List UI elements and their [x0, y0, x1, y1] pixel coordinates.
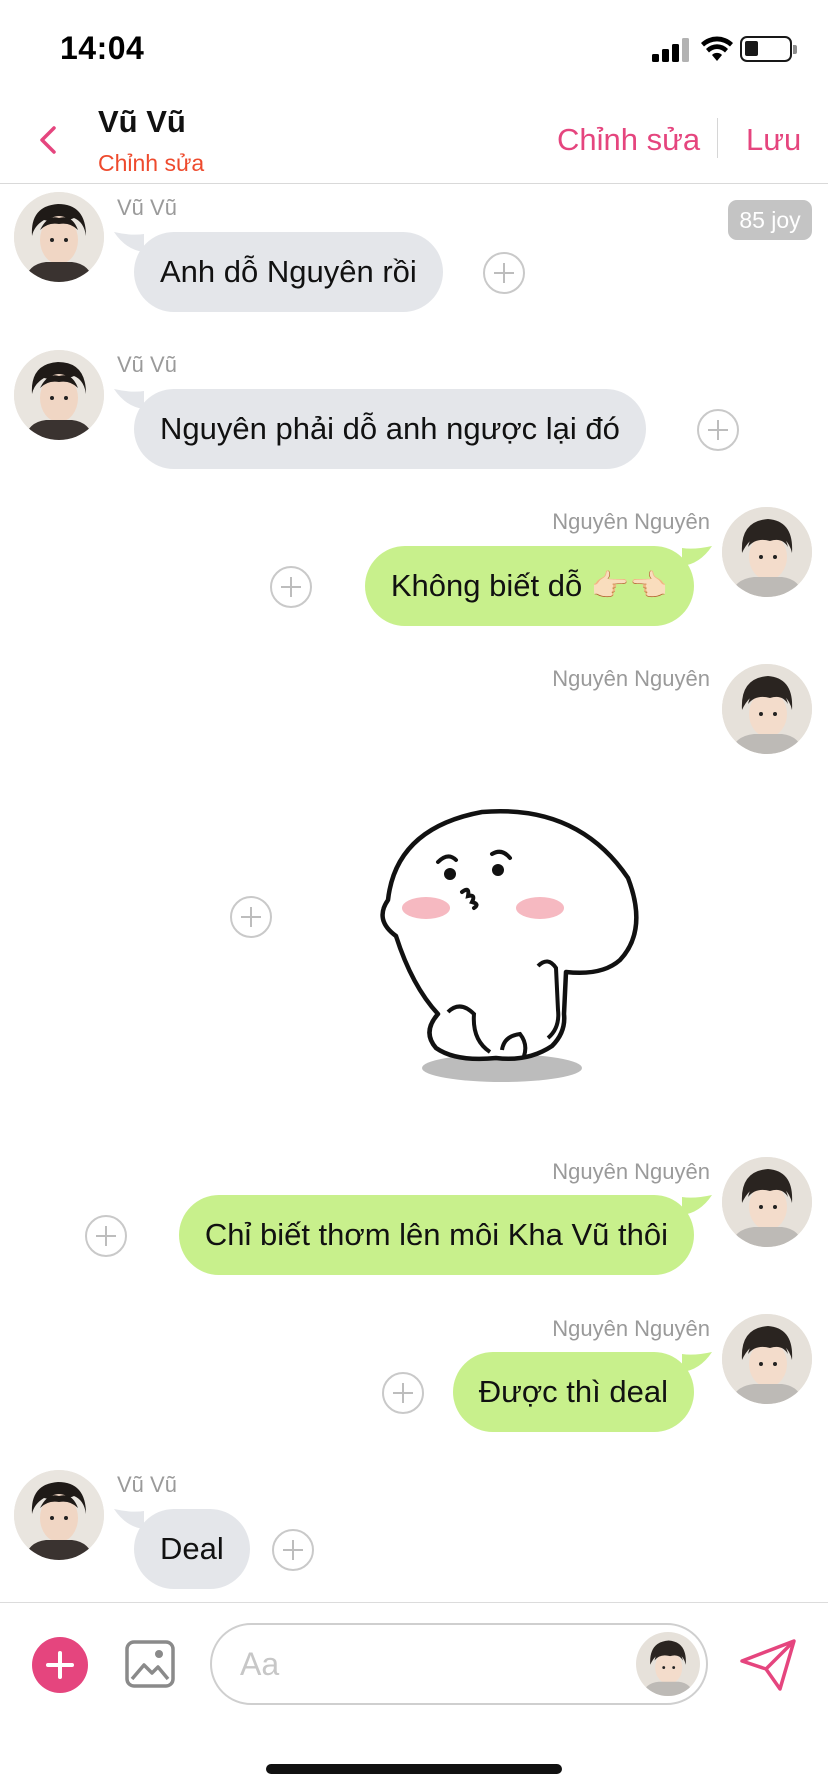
avatar-nguyen[interactable] — [722, 507, 812, 597]
status-time: 14:04 — [60, 30, 145, 66]
message-bubble[interactable]: Nguyên phải dỗ anh ngược lại đó — [134, 389, 646, 469]
avatar-vu[interactable] — [14, 350, 104, 440]
message-bubble[interactable]: Deal — [134, 1509, 250, 1589]
plus-icon[interactable] — [32, 1637, 88, 1693]
message-bubble[interactable]: Được thì deal — [452, 1352, 694, 1432]
add-reaction-icon[interactable] — [270, 566, 312, 608]
battery-icon — [740, 36, 797, 62]
sender-name: Nguyên Nguyên — [552, 1159, 710, 1184]
sender-name: Vũ Vũ — [117, 1472, 177, 1497]
signal-icon — [652, 38, 692, 62]
bubble-tail — [114, 232, 144, 252]
joy-badge: 85 joy — [728, 200, 812, 240]
sender-name: Vũ Vũ — [117, 352, 177, 377]
message-bubble[interactable]: Chỉ biết thơm lên môi Kha Vũ thôi — [178, 1195, 694, 1275]
add-reaction-icon[interactable] — [697, 409, 739, 451]
header-divider — [717, 118, 718, 158]
add-reaction-icon[interactable] — [483, 252, 525, 294]
sender-avatar-toggle[interactable] — [636, 1632, 700, 1696]
chat-header: Vũ Vũ Chỉnh sửa Chỉnh sửa Lưu — [0, 100, 828, 184]
avatar-nguyen[interactable] — [722, 664, 812, 754]
message-bubble[interactable]: Anh dỗ Nguyên rồi — [134, 232, 443, 312]
message-composer — [0, 1602, 828, 1722]
home-indicator — [266, 1764, 562, 1774]
avatar-vu[interactable] — [14, 192, 104, 282]
add-reaction-icon[interactable] — [272, 1529, 314, 1571]
image-icon[interactable] — [124, 1639, 176, 1689]
sender-name: Nguyên Nguyên — [552, 666, 710, 691]
bubble-tail — [114, 389, 144, 409]
save-button[interactable]: Lưu — [746, 122, 801, 158]
add-reaction-icon[interactable] — [85, 1215, 127, 1257]
sender-name: Vũ Vũ — [117, 195, 177, 220]
contact-name[interactable]: Vũ Vũ — [98, 104, 186, 140]
add-reaction-icon[interactable] — [382, 1372, 424, 1414]
back-chevron-icon[interactable] — [28, 118, 68, 162]
message-bubble[interactable]: Không biết dỗ 👉🏻👈🏻 — [364, 546, 694, 626]
pouting-mochi-sticker[interactable] — [352, 800, 644, 1090]
bubble-tail — [114, 1509, 144, 1529]
avatar-nguyen[interactable] — [722, 1157, 812, 1247]
message-input[interactable] — [240, 1639, 600, 1689]
add-reaction-icon[interactable] — [230, 896, 272, 938]
status-bar: 14:04 — [0, 0, 828, 100]
wifi-icon — [701, 36, 733, 61]
edit-button[interactable]: Chỉnh sửa — [557, 122, 700, 158]
avatar-vu[interactable] — [14, 1470, 104, 1560]
contact-subtitle[interactable]: Chỉnh sửa — [98, 150, 204, 177]
message-input-wrapper[interactable] — [210, 1623, 708, 1705]
paper-plane-icon[interactable] — [738, 1637, 798, 1693]
sender-name: Nguyên Nguyên — [552, 1316, 710, 1341]
avatar-nguyen[interactable] — [722, 1314, 812, 1404]
sender-name: Nguyên Nguyên — [552, 509, 710, 534]
